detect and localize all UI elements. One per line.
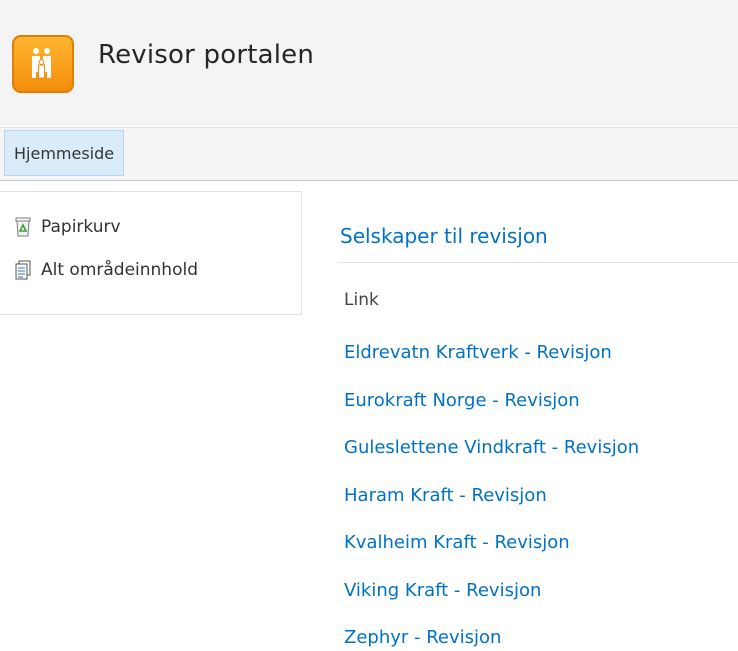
list-item-link[interactable]: Eurokraft Norge - Revisjon: [344, 390, 639, 438]
divider: [338, 262, 738, 263]
site-title[interactable]: Revisor portalen: [98, 40, 314, 70]
quicklaunch-item-papirkurv[interactable]: Papirkurv: [13, 216, 121, 238]
list-item-link[interactable]: Guleslettene Vindkraft - Revisjon: [344, 437, 639, 485]
quicklaunch-item-site-contents[interactable]: Alt områdeinnhold: [13, 259, 198, 281]
quicklaunch-label: Alt områdeinnhold: [41, 260, 199, 280]
link-list: Eldrevatn Kraftverk - Revisjon Eurokraft…: [344, 342, 639, 651]
people-icon: [32, 48, 51, 79]
web-part-title[interactable]: Selskaper til revisjon: [340, 224, 548, 248]
quick-launch: Papirkurv Alt områdeinnhold: [0, 191, 302, 315]
list-item-link[interactable]: Viking Kraft - Revisjon: [344, 580, 639, 628]
column-header-link[interactable]: Link: [344, 290, 379, 310]
list-item-link[interactable]: Eldrevatn Kraftverk - Revisjon: [344, 342, 639, 390]
site-header: Revisor portalen: [0, 0, 738, 126]
tab-hjemmeside[interactable]: Hjemmeside: [4, 130, 125, 176]
top-navigation: Hjemmeside: [0, 127, 738, 181]
page: Revisor portalen Hjemmeside Papirkurv Al…: [0, 0, 738, 651]
quicklaunch-label: Papirkurv: [41, 217, 121, 237]
recycle-bin-icon: [13, 216, 33, 238]
site-contents-icon: [13, 259, 33, 281]
site-logo-icon[interactable]: [12, 35, 74, 93]
list-item-link[interactable]: Zephyr - Revisjon: [344, 627, 639, 651]
list-item-link[interactable]: Kvalheim Kraft - Revisjon: [344, 532, 639, 580]
list-item-link[interactable]: Haram Kraft - Revisjon: [344, 485, 639, 533]
